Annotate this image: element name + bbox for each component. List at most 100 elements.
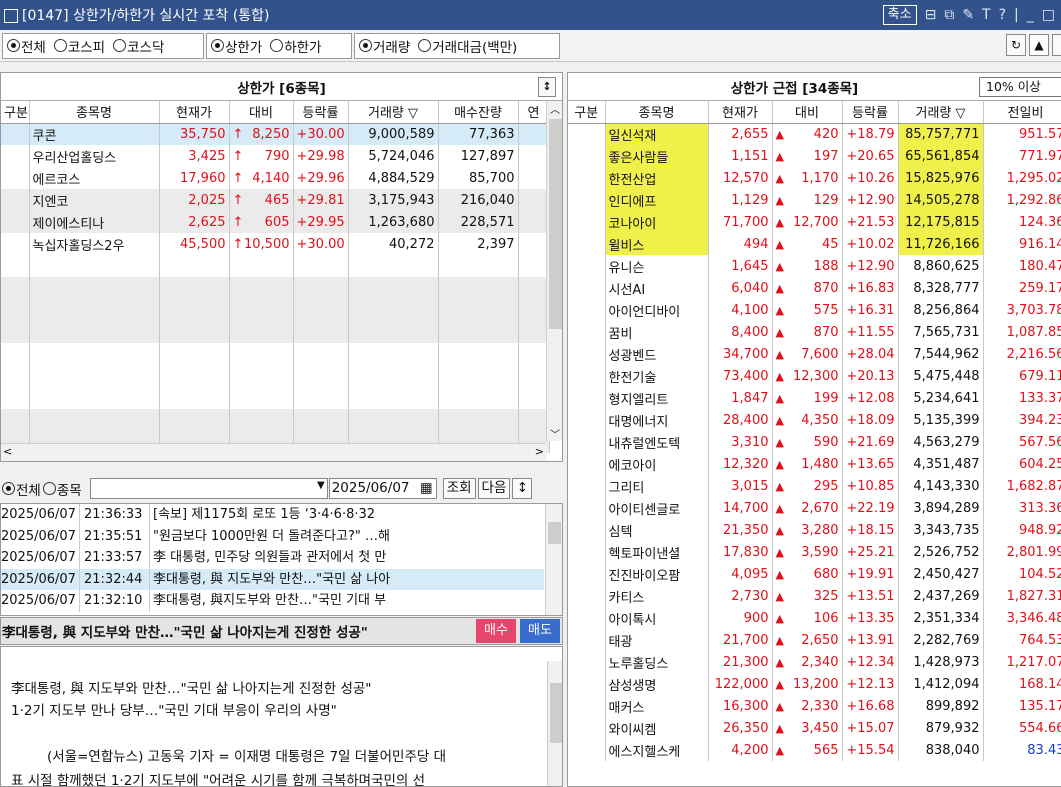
- layout-icon[interactable]: ⊟: [925, 7, 937, 23]
- stock-name[interactable]: 삼성생명: [605, 673, 709, 695]
- radio-dot[interactable]: [418, 39, 432, 52]
- col-volume[interactable]: 거래량 ▽: [348, 101, 439, 124]
- news-title[interactable]: [속보] 제1175회 로또 1등 ‘3·4·6·8·32: [149, 504, 544, 526]
- col-price[interactable]: 현재가: [708, 101, 773, 124]
- stock-name[interactable]: 에르코스: [29, 167, 160, 189]
- maximize-icon[interactable]: □: [1042, 7, 1055, 23]
- table-row[interactable]: 꿈비 8,400 ▲ 870 +11.55 7,565,731 1,087.85: [568, 321, 1061, 343]
- stock-name[interactable]: 좋은사람들: [605, 145, 709, 167]
- radio-dot[interactable]: [2, 482, 15, 495]
- query-button[interactable]: 조회: [442, 478, 476, 499]
- shrink-button[interactable]: 축소: [882, 5, 917, 25]
- stock-name[interactable]: 형지엘리트: [605, 387, 709, 409]
- radio-kosdaq[interactable]: 코스닥: [113, 36, 164, 56]
- radio-upper-limit[interactable]: 상한가: [211, 36, 262, 56]
- stock-name[interactable]: 우리산업홀딩스: [29, 145, 160, 167]
- col-rate[interactable]: 등락률: [293, 101, 349, 124]
- col-price[interactable]: 현재가: [159, 101, 230, 124]
- scroll-thumb[interactable]: [549, 119, 562, 329]
- scroll-up-arrow[interactable]: ︿: [550, 101, 560, 116]
- news-title[interactable]: "원금보다 1000만원 더 돌려준다고?" …해: [149, 525, 544, 547]
- window-icon-2[interactable]: ⧉: [944, 7, 954, 23]
- scroll-thumb[interactable]: [550, 683, 562, 743]
- stock-name[interactable]: 에코아이: [605, 453, 709, 475]
- table-row[interactable]: 에스지헬스케 4,200 ▲ 565 +15.54 838,040 83.43: [568, 739, 1061, 761]
- radio-dot[interactable]: [42, 482, 56, 495]
- scroll-up-button[interactable]: ▲: [1029, 34, 1049, 56]
- article-scrollbar[interactable]: [547, 661, 562, 786]
- table-row[interactable]: 일신석재 2,655 ▲ 420 +18.79 85,757,771 951.57: [568, 123, 1061, 145]
- table-row[interactable]: 한전산업 12,570 ▲ 1,170 +10.26 15,825,976 1,295.02: [568, 167, 1061, 189]
- news-title[interactable]: 李대통령, 與지도부와 만찬…"국민 기대 부: [149, 590, 544, 612]
- table-row[interactable]: 심텍 21,350 ▲ 3,280 +18.15 3,343,735 948.92: [568, 519, 1061, 541]
- news-item[interactable]: 2025/06/07 21:32:44 李대통령, 與 지도부와 만찬…"국민 삶 …: [1, 568, 544, 590]
- table-row[interactable]: 한전기술 73,400 ▲ 12,300 +20.13 5,475,448 679.11: [568, 365, 1061, 387]
- news-item[interactable]: 2025/06/07 21:35:51 "원금보다 1000만원 더 돌려준다고?"…: [1, 525, 544, 547]
- stock-name[interactable]: 유니슨: [605, 255, 709, 277]
- col-type[interactable]: 구분: [568, 101, 606, 124]
- stock-name[interactable]: 매커스: [605, 695, 709, 717]
- table-row[interactable]: 좋은사람들 1,151 ▲ 197 +20.65 65,561,854 771.97: [568, 145, 1061, 167]
- left-vertical-scrollbar[interactable]: ︿ ﹀: [546, 101, 562, 441]
- calendar-icon[interactable]: ▦: [420, 479, 433, 498]
- table-row[interactable]: 제이에스티나 2,625 ↑ 605 +29.95 1,263,680 228,571: [1, 211, 550, 233]
- stock-name[interactable]: 꿈비: [605, 321, 709, 343]
- pin-icon[interactable]: ✎: [962, 7, 974, 23]
- table-row[interactable]: 형지엘리트 1,847 ▲ 199 +12.08 5,234,641 133.37: [568, 387, 1061, 409]
- table-row[interactable]: 삼성생명 122,000 ▲ 13,200 +12.13 1,412,094 168.14: [568, 673, 1061, 695]
- table-row[interactable]: 와이씨켐 26,350 ▲ 3,450 +15.07 879,932 554.66: [568, 717, 1061, 739]
- news-title[interactable]: 李 대통령, 민주당 의원들과 관저에서 첫 만: [149, 547, 544, 569]
- stock-name[interactable]: 심텍: [605, 519, 709, 541]
- date-picker[interactable]: 2025/06/07 ▦: [328, 478, 437, 499]
- table-row[interactable]: 태광 21,700 ▲ 2,650 +13.91 2,282,769 764.53: [568, 629, 1061, 651]
- stock-name[interactable]: 아이언디바이: [605, 299, 709, 321]
- scroll-down-arrow[interactable]: ﹀: [550, 426, 560, 441]
- table-row[interactable]: 윌비스 494 ▲ 45 +10.02 11,726,166 916.14: [568, 233, 1061, 255]
- col-volume[interactable]: 거래량 ▽: [898, 101, 984, 124]
- scroll-right-arrow[interactable]: >: [535, 445, 544, 458]
- next-button[interactable]: 다음: [477, 478, 511, 499]
- table-row[interactable]: 쿠콘 35,750 ↑ 8,250 +30.00 9,000,589 77,363: [1, 123, 550, 145]
- news-item[interactable]: 2025/06/07 21:33:57 李 대통령, 민주당 의원들과 관저에서 첫…: [1, 547, 544, 569]
- table-row[interactable]: 노루홀딩스 21,300 ▲ 2,340 +12.34 1,428,973 1,217.07: [568, 651, 1061, 673]
- radio-all[interactable]: 전체: [7, 36, 46, 56]
- stock-name[interactable]: 아이톡시: [605, 607, 709, 629]
- stock-name[interactable]: 한전산업: [605, 167, 709, 189]
- stock-name[interactable]: 지엔코: [29, 189, 160, 211]
- table-row[interactable]: 대명에너지 28,400 ▲ 4,350 +18.09 5,135,399 394.23: [568, 409, 1061, 431]
- col-rate[interactable]: 등락률: [842, 101, 899, 124]
- news-sort-button[interactable]: ↕: [512, 478, 533, 499]
- table-row[interactable]: 녹십자홀딩스2우 45,500 ↑ 10,500 +30.00 40,272 2,397: [1, 233, 550, 255]
- radio-dot[interactable]: [270, 39, 284, 52]
- stock-name[interactable]: 제이에스티나: [29, 211, 160, 233]
- table-row[interactable]: 유니슨 1,645 ▲ 188 +12.90 8,860,625 180.47: [568, 255, 1061, 277]
- font-icon[interactable]: T: [982, 7, 991, 23]
- radio-news-stock[interactable]: 종목: [42, 479, 82, 499]
- radio-amount[interactable]: 거래대금(백만): [418, 36, 517, 56]
- col-prev[interactable]: 전일비: [983, 101, 1061, 124]
- threshold-select[interactable]: 10% 이상: [979, 77, 1061, 97]
- stock-search-input[interactable]: ▼: [89, 478, 328, 499]
- col-name[interactable]: 종목명: [605, 101, 709, 124]
- table-row[interactable]: 그리티 3,015 ▲ 295 +10.85 4,143,330 1,682.87: [568, 475, 1061, 497]
- left-horizontal-scrollbar[interactable]: < >: [1, 443, 546, 461]
- col-extra[interactable]: 연: [518, 101, 550, 124]
- table-row[interactable]: 카티스 2,730 ▲ 325 +13.51 2,437,269 1,827.31: [568, 585, 1061, 607]
- table-row[interactable]: 아이언디바이 4,100 ▲ 575 +16.31 8,256,864 3,703.78: [568, 299, 1061, 321]
- stock-name[interactable]: 코나아이: [605, 211, 709, 233]
- stock-name[interactable]: 윌비스: [605, 233, 709, 255]
- table-row[interactable]: 에코아이 12,320 ▲ 1,480 +13.65 4,351,487 604.25: [568, 453, 1061, 475]
- sell-button[interactable]: 매도: [520, 619, 560, 643]
- news-item[interactable]: 2025/06/07 21:32:10 李대통령, 與지도부와 만찬…"국민 기대 …: [1, 590, 544, 612]
- col-diff[interactable]: 대비: [772, 101, 843, 124]
- sort-toggle-button[interactable]: ↕: [538, 77, 556, 97]
- radio-dot[interactable]: [7, 39, 20, 52]
- table-row[interactable]: 진진바이오팜 4,095 ▲ 680 +19.91 2,450,427 104.52: [568, 563, 1061, 585]
- dropdown-icon[interactable]: ▼: [317, 480, 325, 491]
- scroll-left-arrow[interactable]: <: [3, 445, 12, 458]
- stock-name[interactable]: 카티스: [605, 585, 709, 607]
- stock-name[interactable]: 그리티: [605, 475, 709, 497]
- table-row[interactable]: 아이톡시 900 ▲ 106 +13.35 2,351,334 3,346.48: [568, 607, 1061, 629]
- radio-lower-limit[interactable]: 하한가: [270, 36, 322, 56]
- table-row[interactable]: 에르코스 17,960 ↑ 4,140 +29.96 4,884,529 85,700: [1, 167, 550, 189]
